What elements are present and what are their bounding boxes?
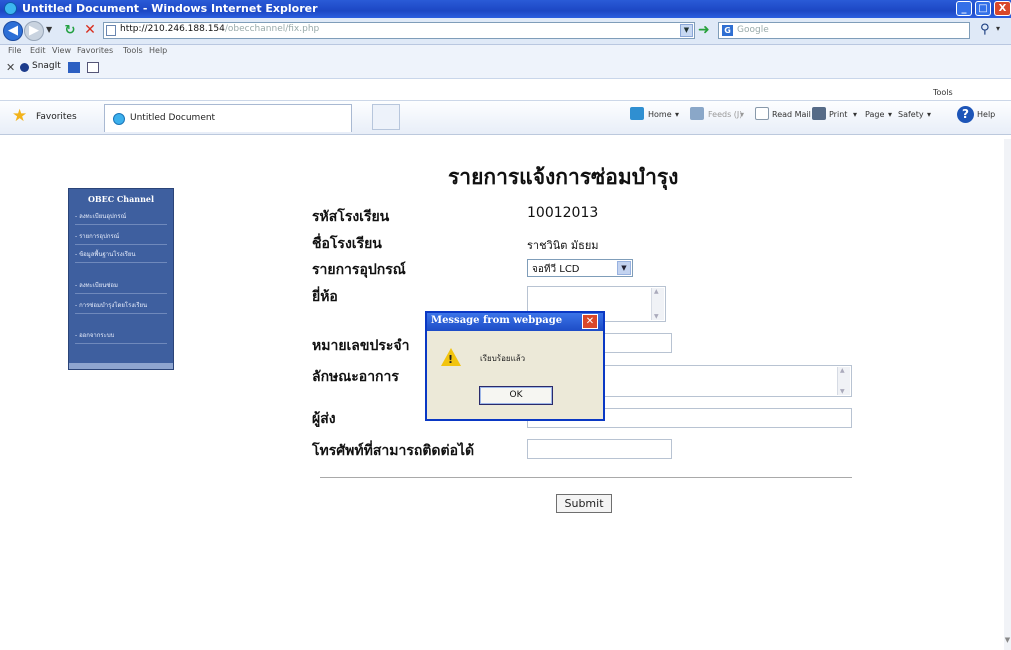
ok-button[interactable]: OK bbox=[479, 386, 553, 405]
close-toolbar-icon[interactable]: ✕ bbox=[6, 61, 15, 74]
sidebar-item-school-repair[interactable]: - การซ่อมบำรุงโดยโรงเรียน bbox=[75, 302, 167, 314]
maximize-button[interactable]: □ bbox=[975, 1, 991, 16]
feeds-button[interactable]: Feeds (J) bbox=[708, 110, 742, 119]
symptom-label: ลักษณะอาการ bbox=[312, 369, 399, 385]
forward-button[interactable]: ▶ bbox=[24, 21, 44, 41]
address-input[interactable]: http://210.246.188.154/obecchannel/fix.p… bbox=[103, 22, 695, 39]
page-title: รายการแจ้งการซ่อมบำรุง bbox=[448, 164, 679, 189]
sidebar-item-school-info[interactable]: - ข้อมูลพื้นฐานโรงเรียน bbox=[75, 251, 167, 263]
read-mail-button[interactable]: Read Mail bbox=[772, 110, 811, 119]
history-dropdown-icon[interactable]: ▼ bbox=[46, 25, 52, 34]
sidebar-item-register-equipment[interactable]: - ลงทะเบียนอุปกรณ์ bbox=[75, 213, 167, 225]
dialog-close-button[interactable]: ✕ bbox=[582, 314, 598, 329]
brand-scrollbar[interactable] bbox=[651, 288, 664, 320]
sidebar-footer bbox=[69, 363, 173, 369]
tab-page-icon bbox=[113, 113, 125, 125]
refresh-icon[interactable]: ↻ bbox=[62, 23, 78, 39]
go-arrow-icon[interactable]: ➜ bbox=[698, 23, 710, 38]
menu-favorites[interactable]: Favorites bbox=[77, 46, 113, 55]
sender-label: ผู้ส่ง bbox=[312, 411, 336, 427]
search-icon[interactable]: ⚲ bbox=[980, 22, 990, 37]
url-text: http://210.246.188.154/obecchannel/fix.p… bbox=[120, 24, 320, 34]
close-window-button[interactable]: X bbox=[994, 1, 1011, 16]
equipment-select-value: จอทีวี LCD bbox=[532, 264, 580, 275]
tools-menu[interactable]: Tools bbox=[933, 88, 953, 97]
menu-tools[interactable]: Tools bbox=[123, 46, 143, 55]
dialog-message: เรียบร้อยแล้ว bbox=[480, 354, 526, 363]
tab-label: Untitled Document bbox=[130, 113, 216, 123]
page-menu[interactable]: Page bbox=[865, 110, 884, 119]
search-placeholder: Google bbox=[737, 25, 769, 35]
page-icon bbox=[106, 25, 116, 36]
snagit-window-icon[interactable] bbox=[87, 62, 99, 73]
school-name-value: ราชวินิต มัธยม bbox=[527, 239, 599, 252]
page-scrollbar[interactable] bbox=[1004, 139, 1011, 650]
feeds-icon[interactable] bbox=[690, 107, 704, 120]
safety-dropdown-icon[interactable]: ▾ bbox=[927, 110, 931, 119]
home-icon[interactable] bbox=[630, 107, 644, 120]
submit-button[interactable]: Submit bbox=[556, 494, 612, 513]
home-dropdown-icon[interactable]: ▾ bbox=[675, 110, 679, 119]
form-divider bbox=[320, 477, 852, 478]
mail-icon[interactable] bbox=[755, 107, 769, 120]
menu-bar: File Edit View Favorites Tools Help bbox=[0, 45, 1011, 58]
favorites-button[interactable]: Favorites bbox=[36, 112, 77, 122]
internet-explorer-icon bbox=[4, 2, 17, 15]
address-dropdown-icon[interactable]: ▼ bbox=[680, 24, 693, 37]
address-toolbar: ◀ ▶ ▼ ↻ ✕ http://210.246.188.154/obeccha… bbox=[0, 18, 1011, 45]
safety-menu[interactable]: Safety bbox=[898, 110, 924, 119]
symptom-scrollbar[interactable] bbox=[837, 367, 850, 395]
menu-edit[interactable]: Edit bbox=[30, 46, 46, 55]
school-name-label: ชื่อโรงเรียน bbox=[312, 236, 382, 252]
message-dialog: Message from webpage ✕ ! เรียบร้อยแล้ว O… bbox=[425, 311, 605, 421]
google-icon: G bbox=[722, 25, 733, 36]
command-bar: ★ Favorites Untitled Document Home ▾ Fee… bbox=[0, 100, 1011, 135]
phone-input[interactable] bbox=[527, 439, 672, 459]
chevron-down-icon[interactable]: ▼ bbox=[617, 261, 631, 275]
snagit-capture-icon[interactable] bbox=[68, 62, 80, 73]
sidebar-item-equipment-list[interactable]: - รายการอุปกรณ์ bbox=[75, 233, 167, 245]
snagit-button[interactable]: SnagIt bbox=[32, 61, 61, 71]
feeds-dropdown-icon[interactable]: ▾ bbox=[740, 110, 744, 119]
warning-exclamation: ! bbox=[448, 353, 454, 366]
print-button[interactable]: Print bbox=[829, 110, 847, 119]
snagit-toolbar: ✕ SnagIt bbox=[0, 58, 1011, 79]
page-dropdown-icon[interactable]: ▾ bbox=[888, 110, 892, 119]
sidebar-item-logout[interactable]: - ออกจากระบบ bbox=[75, 332, 167, 344]
menu-view[interactable]: View bbox=[52, 46, 71, 55]
help-menu[interactable]: Help bbox=[977, 110, 995, 119]
equipment-select[interactable]: จอทีวี LCD ▼ bbox=[527, 259, 633, 277]
window-title-bar: Untitled Document - Windows Internet Exp… bbox=[0, 0, 1011, 18]
stop-icon[interactable]: ✕ bbox=[82, 22, 98, 38]
back-button[interactable]: ◀ bbox=[3, 21, 23, 41]
new-tab-button[interactable] bbox=[372, 104, 400, 130]
sidebar-title: OBEC Channel bbox=[87, 194, 155, 204]
home-button[interactable]: Home bbox=[648, 110, 672, 119]
snagit-icon bbox=[20, 63, 29, 72]
print-dropdown-icon[interactable]: ▾ bbox=[853, 110, 857, 119]
minimize-button[interactable]: _ bbox=[956, 1, 972, 16]
phone-label: โทรศัพท์ที่สามารถติดต่อได้ bbox=[312, 443, 475, 459]
tab-untitled-document[interactable]: Untitled Document bbox=[104, 104, 352, 132]
serial-number-label: หมายเลขประจำ bbox=[312, 338, 410, 354]
menu-file[interactable]: File bbox=[8, 46, 21, 55]
equipment-label: รายการอุปกรณ์ bbox=[312, 262, 406, 278]
favorites-bar: ★ Favorites Untitled Document Home ▾ Fee… bbox=[0, 79, 1011, 139]
sidebar-item-register-repair[interactable]: - ลงทะเบียนซ่อม bbox=[75, 282, 167, 294]
help-icon[interactable]: ? bbox=[957, 106, 974, 123]
brand-label: ยี่ห้อ bbox=[312, 289, 338, 305]
window-title: Untitled Document - Windows Internet Exp… bbox=[22, 2, 318, 15]
search-input[interactable]: G Google bbox=[718, 22, 970, 39]
menu-help[interactable]: Help bbox=[149, 46, 167, 55]
dialog-title-bar: Message from webpage ✕ bbox=[427, 313, 603, 331]
sidebar-menu: OBEC Channel - ลงทะเบียนอุปกรณ์ - รายการ… bbox=[68, 188, 174, 370]
dialog-title: Message from webpage bbox=[431, 315, 563, 326]
search-dropdown-icon[interactable]: ▾ bbox=[996, 24, 1000, 33]
print-icon[interactable] bbox=[812, 107, 826, 120]
school-code-value: 10012013 bbox=[527, 205, 599, 221]
school-code-label: รหัสโรงเรียน bbox=[312, 209, 390, 225]
favorites-star-icon[interactable]: ★ bbox=[12, 108, 27, 125]
scroll-down-icon[interactable]: ▼ bbox=[1004, 636, 1011, 648]
